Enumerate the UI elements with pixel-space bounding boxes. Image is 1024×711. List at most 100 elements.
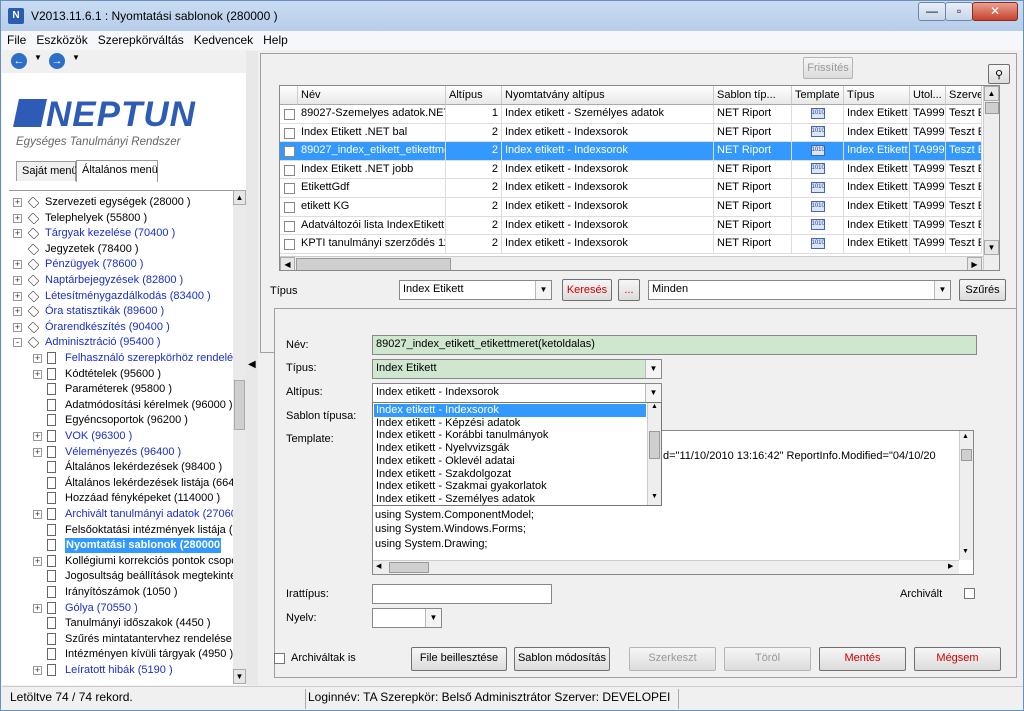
tree-item[interactable]: + Véleményezés (96400 )	[9, 445, 233, 460]
table-row[interactable]: KPTI tanulmányi szerződés 11 2 Index etike…	[280, 235, 982, 254]
scroll-thumb[interactable]	[234, 380, 245, 430]
file-insert-button[interactable]: File beillesztése	[411, 647, 507, 671]
grid-scroll-down-icon[interactable]: ▼	[984, 240, 999, 255]
tree-item[interactable]: Jegyzetek (78400 )	[9, 242, 233, 257]
tab-altalanos-menu[interactable]: Általános menü	[76, 160, 158, 182]
tree-item[interactable]: + Gólya (70550 )	[9, 601, 233, 616]
expand-icon[interactable]: +	[13, 307, 22, 317]
template-file-icon[interactable]: 1010	[810, 107, 825, 119]
expand-icon[interactable]: +	[13, 322, 22, 332]
panel-splitter[interactable]: ◀	[246, 51, 258, 685]
expand-icon[interactable]: +	[13, 260, 22, 270]
grid-scroll-up-icon[interactable]: ▲	[984, 86, 999, 101]
table-row[interactable]: etikett KG 2 Index etikett - Indexsorok NET…	[280, 198, 982, 217]
row-checkbox[interactable]	[284, 183, 295, 195]
grid-vscroll-thumb[interactable]	[985, 102, 999, 114]
tree-item[interactable]: + Szervezeti egységek (28000 )	[9, 195, 233, 210]
row-checkbox[interactable]	[284, 239, 295, 251]
cancel-button[interactable]: Mégsem	[914, 647, 1001, 671]
expand-icon[interactable]: +	[33, 603, 42, 613]
grid-scroll-right-icon[interactable]: ▶	[967, 257, 982, 270]
row-checkbox[interactable]	[284, 202, 295, 213]
menu-eszkozok[interactable]: Eszközök	[31, 31, 92, 47]
name-field[interactable]: 89027_index_etikett_etikettmeret(ketolda…	[372, 335, 977, 355]
template-vscrollbar[interactable]: ▲ ▼	[959, 431, 973, 560]
expand-icon[interactable]: +	[33, 369, 42, 379]
chevron-down-icon[interactable]: ▼	[425, 609, 441, 627]
grid-vertical-scrollbar[interactable]: ▲ ▼	[983, 86, 999, 270]
tree-scrollbar[interactable]: ▲ ▼	[233, 190, 246, 684]
subtype-select[interactable]: Index etikett - Indexsorok ▼	[372, 383, 662, 403]
title-bar[interactable]: N V2013.11.6.1 : Nyomtatási sablonok (28…	[1, 1, 1023, 31]
scroll-right-icon[interactable]: ▶	[948, 562, 953, 570]
minimize-button[interactable]: —	[918, 2, 946, 21]
scroll-up-icon[interactable]: ▲	[962, 433, 969, 440]
grid-column-header[interactable]: Nyomtatvány altípus	[502, 86, 714, 105]
row-checkbox[interactable]	[284, 127, 295, 139]
template-file-icon[interactable]: 1010	[810, 181, 825, 193]
archived-checkbox[interactable]	[964, 588, 975, 599]
forward-dropdown-icon[interactable]: ▼	[72, 53, 80, 62]
menu-kedvencek[interactable]: Kedvencek	[189, 31, 258, 47]
tree-item[interactable]: Tanulmányi időszakok (4450 )	[9, 616, 233, 631]
edit-button[interactable]: Szerkeszt	[629, 647, 716, 671]
expand-icon[interactable]: +	[13, 229, 22, 239]
tree-item[interactable]: + Telephelyek (55800 )	[9, 211, 233, 226]
grid-column-header[interactable]: Utol...	[910, 86, 946, 105]
table-row[interactable]: Adatváltozói lista IndexEtikett 2 Index et…	[280, 216, 982, 236]
expand-icon[interactable]: +	[13, 198, 22, 207]
scroll-down-icon[interactable]: ▼	[651, 493, 658, 500]
dropdown-scrollbar[interactable]: ▲ ▼	[647, 403, 661, 505]
dropdown-option[interactable]: Index etikett - Szakdolgozat	[374, 468, 646, 481]
delete-button[interactable]: Töröl	[724, 647, 811, 671]
expand-icon[interactable]: +	[33, 432, 42, 441]
chevron-down-icon[interactable]: ▼	[645, 384, 661, 402]
tree-item[interactable]: Szűrés mintatantervhez rendelése (	[9, 632, 233, 647]
tree-item[interactable]: + Órarendkészítés (90400 )	[9, 320, 233, 335]
dropdown-option[interactable]: Index etikett - Indexsorok	[374, 404, 646, 417]
ellipsis-button[interactable]: ...	[618, 279, 640, 301]
tab-sajat-menu[interactable]: Saját menü	[16, 161, 78, 181]
dropdown-option[interactable]: Index etikett - Korábbi tanulmányok	[374, 429, 646, 442]
filter-button[interactable]: Szűrés	[959, 279, 1006, 301]
tree-item[interactable]: - Adminisztráció (95400 )	[9, 335, 233, 350]
scroll-left-icon[interactable]: ◀	[376, 562, 381, 570]
collapse-left-icon[interactable]: ◀	[248, 359, 256, 370]
template-file-icon[interactable]: 1010	[810, 126, 825, 138]
tree-item[interactable]: + VOK (96300 )	[9, 429, 233, 444]
tree-item[interactable]: Általános lekérdezések (98400 )	[9, 460, 233, 475]
tree-item[interactable]: Egyéncsoportok (96200 )	[9, 413, 233, 428]
template-file-icon[interactable]: 1010	[810, 237, 825, 249]
tree-item[interactable]: Nyomtatási sablonok (280000	[9, 538, 233, 554]
tree-item[interactable]: Irányítószámok (1050 )	[9, 585, 233, 600]
scroll-down-icon[interactable]: ▼	[962, 548, 969, 555]
menu-szerepkorvaltas[interactable]: Szerepkörváltás	[93, 31, 189, 47]
menu-file[interactable]: File	[2, 31, 31, 47]
tree-item[interactable]: + Létesítménygazdálkodás (83400 )	[9, 289, 233, 304]
expand-icon[interactable]: +	[33, 666, 42, 675]
search-button[interactable]: Keresés	[562, 279, 612, 301]
tree-item[interactable]: Paraméterek (95800 )	[9, 382, 233, 397]
expand-icon[interactable]: +	[33, 556, 42, 566]
show-archived-checkbox[interactable]	[274, 653, 285, 664]
dropdown-option[interactable]: Index etikett - Nyelvvizsgák	[374, 442, 646, 455]
expand-icon[interactable]: +	[33, 354, 42, 363]
type-select[interactable]: Index Etikett ▼	[372, 359, 662, 379]
back-icon[interactable]: ←	[11, 53, 27, 69]
scroll-thumb[interactable]	[649, 431, 660, 459]
grid-hscroll-thumb[interactable]	[296, 258, 451, 270]
tree-item[interactable]: Felsőoktatási intézmények listája (2	[9, 523, 233, 538]
template-hscrollbar[interactable]: ◀ ▶	[373, 560, 959, 574]
nyelv-select[interactable]: ▼	[372, 608, 442, 628]
tree-item[interactable]: + Pénzügyek (78600 )	[9, 257, 233, 272]
refresh-button[interactable]: Frissítés	[803, 57, 853, 79]
table-row[interactable]: Index Etikett .NET jobb 2 Index etikett - …	[280, 160, 982, 180]
row-checkbox[interactable]	[284, 164, 295, 176]
tree-item[interactable]: Általános lekérdezések listája (664	[9, 476, 233, 491]
row-checkbox[interactable]	[284, 109, 295, 120]
dropdown-option[interactable]: Index etikett - Képzési adatok	[374, 417, 646, 430]
tree-item[interactable]: + Kódtételek (95600 )	[9, 367, 233, 382]
tree-item[interactable]: + Kollégiumi korrekciós pontok csopo	[9, 554, 233, 569]
chevron-down-icon[interactable]: ▼	[535, 281, 551, 299]
expand-icon[interactable]: +	[13, 213, 22, 223]
